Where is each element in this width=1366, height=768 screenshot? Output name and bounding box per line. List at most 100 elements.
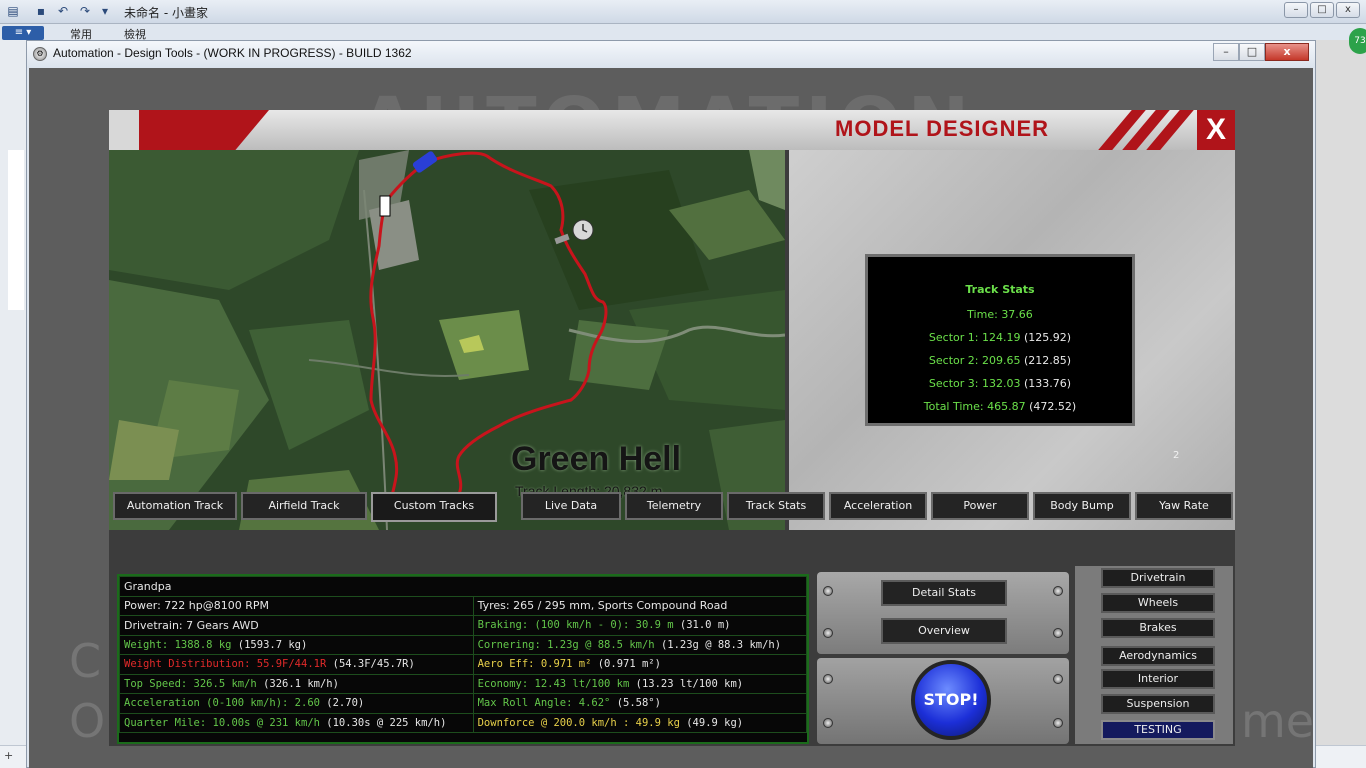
tab-power[interactable]: Power — [931, 492, 1029, 520]
track-stats-box: Track Stats Time: 37.66 Sector 1: 124.19… — [865, 254, 1135, 426]
screw-icon — [1053, 718, 1063, 728]
undo-icon[interactable]: ↶ — [56, 4, 70, 18]
screw-icon — [1053, 628, 1063, 638]
detail-stats-button[interactable]: Detail Stats — [881, 580, 1007, 606]
host-badge: 73 — [1349, 28, 1366, 54]
stat-braking: Braking: (100 km/h - 0): 30.9 m (31.0 m) — [472, 615, 808, 636]
screw-icon — [1053, 586, 1063, 596]
track-stats-title: Track Stats — [965, 283, 1035, 296]
host-title: 未命名 - 小畫家 — [124, 6, 208, 20]
table-row: Weight: 1388.8 kg (1593.7 kg) Cornering:… — [119, 634, 808, 655]
close-button[interactable]: x — [1265, 43, 1309, 61]
menu-brakes[interactable]: Brakes — [1101, 618, 1215, 638]
model-designer-panel: MODEL DESIGNER X Green Hell Track Length… — [109, 110, 1235, 746]
tab-track-stats[interactable]: Track Stats — [727, 492, 825, 520]
track-map-image — [109, 150, 785, 530]
menu-drivetrain[interactable]: Drivetrain — [1101, 568, 1215, 588]
track-name: Green Hell — [511, 440, 682, 478]
stat-drivetrain: Drivetrain: 7 Gears AWD — [119, 615, 474, 636]
designer-close-button[interactable]: X — [1197, 110, 1235, 150]
tab-acceleration[interactable]: Acceleration — [829, 492, 927, 520]
track-stat-sector-1: Sector 1: 124.19 (125.92) — [928, 331, 1072, 344]
designer-header: MODEL DESIGNER X — [109, 110, 1235, 150]
track-stats-panel: Track Stats Time: 37.66 Sector 1: 124.19… — [789, 150, 1235, 530]
tab-custom-tracks[interactable]: Custom Tracks — [371, 492, 497, 522]
window-controls: – □ x — [1213, 43, 1309, 61]
table-row: Top Speed: 326.5 km/h (326.1 km/h) Econo… — [119, 673, 808, 694]
stat-quarter-mile: Quarter Mile: 10.00s @ 231 km/h (10.30s … — [119, 712, 474, 733]
minimize-button[interactable]: – — [1213, 43, 1239, 61]
track-stat-time: Time: 37.66 — [967, 308, 1033, 321]
save-icon[interactable]: ▪ — [34, 4, 48, 18]
host-minimize-button[interactable]: – — [1284, 2, 1308, 18]
paint-app-icon[interactable]: ▤ — [6, 4, 20, 18]
window-title: Automation - Design Tools - (WORK IN PRO… — [53, 46, 412, 60]
host-maximize-button[interactable]: □ — [1310, 2, 1334, 18]
stat-aero-eff: Aero Eff: 0.971 m² (0.971 m²) — [472, 654, 808, 675]
stat-weight-distribution: Weight Distribution: 55.9F/44.1R (54.3F/… — [119, 654, 474, 675]
stat-weight: Weight: 1388.8 kg (1593.7 kg) — [119, 634, 474, 655]
tab-yaw-rate[interactable]: Yaw Rate — [1135, 492, 1233, 520]
background-text: C — [69, 634, 102, 688]
host-canvas[interactable] — [8, 150, 24, 310]
table-row: Grandpa — [119, 576, 807, 597]
table-row: Acceleration (0-100 km/h): 2.60 (2.70) M… — [119, 693, 808, 714]
track-stat-sector-2: Sector 2: 209.65 (212.85) — [928, 354, 1072, 367]
host-right-pane — [1316, 40, 1366, 768]
menu-testing[interactable]: TESTING — [1101, 720, 1215, 740]
screw-icon — [1053, 674, 1063, 684]
background-text: me — [1241, 694, 1313, 748]
host-window-controls: – □ x — [1284, 2, 1360, 18]
screw-icon — [823, 674, 833, 684]
control-plate: STOP! — [817, 658, 1069, 744]
table-row: Weight Distribution: 55.9F/44.1R (54.3F/… — [119, 654, 808, 675]
track-stat-sector-3: Sector 3: 132.03 (133.76) — [928, 377, 1072, 390]
designer-side-menu: Drivetrain Wheels Brakes Aerodynamics In… — [1075, 566, 1233, 744]
tab-telemetry[interactable]: Telemetry — [625, 492, 723, 520]
overview-button[interactable]: Overview — [881, 618, 1007, 644]
stat-cornering: Cornering: 1.23g @ 88.5 km/h (1.23g @ 88… — [472, 634, 808, 655]
host-file-menu-button[interactable]: ≡ ▾ — [2, 26, 44, 40]
quick-access-dropdown-icon[interactable]: ▾ — [98, 4, 112, 18]
model-name: Grandpa — [119, 576, 807, 597]
app-icon[interactable]: ⚙ — [33, 47, 47, 61]
stat-economy: Economy: 12.43 lt/100 km (13.23 lt/100 k… — [472, 673, 808, 694]
stat-roll-angle: Max Roll Angle: 4.62° (5.58°) — [472, 693, 808, 714]
table-row: Power: 722 hp@8100 RPM Tyres: 265 / 295 … — [119, 595, 808, 616]
stat-power: Power: 722 hp@8100 RPM — [119, 595, 474, 616]
designer-title: MODEL DESIGNER — [835, 116, 1050, 141]
menu-wheels[interactable]: Wheels — [1101, 593, 1215, 613]
background-text: O — [69, 694, 106, 748]
stat-downforce: Downforce @ 200.0 km/h : 49.9 kg (49.9 k… — [472, 712, 808, 733]
track-map[interactable]: Green Hell Track Length: 20,832 m — [109, 150, 785, 530]
host-status-text: + — [4, 749, 14, 762]
maximize-button[interactable]: □ — [1239, 43, 1265, 61]
screw-icon — [823, 628, 833, 638]
header-stripe — [109, 110, 139, 150]
menu-interior[interactable]: Interior — [1101, 669, 1215, 689]
stat-tyres: Tyres: 265 / 295 mm, Sports Compound Roa… — [472, 595, 808, 616]
stat-acceleration: Acceleration (0-100 km/h): 2.60 (2.70) — [119, 693, 474, 714]
window-titlebar: ⚙ Automation - Design Tools - (WORK IN P… — [27, 41, 1315, 68]
menu-aerodynamics[interactable]: Aerodynamics — [1101, 646, 1215, 666]
host-titlebar: ▤ ▪ ↶ ↷ ▾ 未命名 - 小畫家 – □ x — [0, 0, 1366, 24]
control-plate: Detail Stats Overview — [817, 572, 1069, 654]
host-close-button[interactable]: x — [1336, 2, 1360, 18]
page-number: 2 — [1173, 450, 1180, 461]
track-stat-total-time: Total Time: 465.87 (472.52) — [923, 400, 1077, 413]
game-client: AUTOMATION C O me MODEL DESIGNER X — [29, 68, 1313, 768]
stop-button[interactable]: STOP! — [911, 660, 991, 740]
table-row: Drivetrain: 7 Gears AWD Braking: (100 km… — [119, 615, 808, 636]
tab-body-bump[interactable]: Body Bump — [1033, 492, 1131, 520]
tab-airfield-track[interactable]: Airfield Track — [241, 492, 367, 520]
tab-automation-track[interactable]: Automation Track — [113, 492, 237, 520]
car-stats-table: Grandpa Power: 722 hp@8100 RPM Tyres: 26… — [119, 576, 808, 733]
host-ribbon — [0, 24, 1366, 40]
menu-suspension[interactable]: Suspension — [1101, 694, 1215, 714]
screw-icon — [823, 718, 833, 728]
screw-icon — [823, 586, 833, 596]
stat-top-speed: Top Speed: 326.5 km/h (326.1 km/h) — [119, 673, 474, 694]
table-row: Quarter Mile: 10.00s @ 231 km/h (10.30s … — [119, 712, 808, 733]
redo-icon[interactable]: ↷ — [78, 4, 92, 18]
tab-live-data[interactable]: Live Data — [521, 492, 621, 520]
